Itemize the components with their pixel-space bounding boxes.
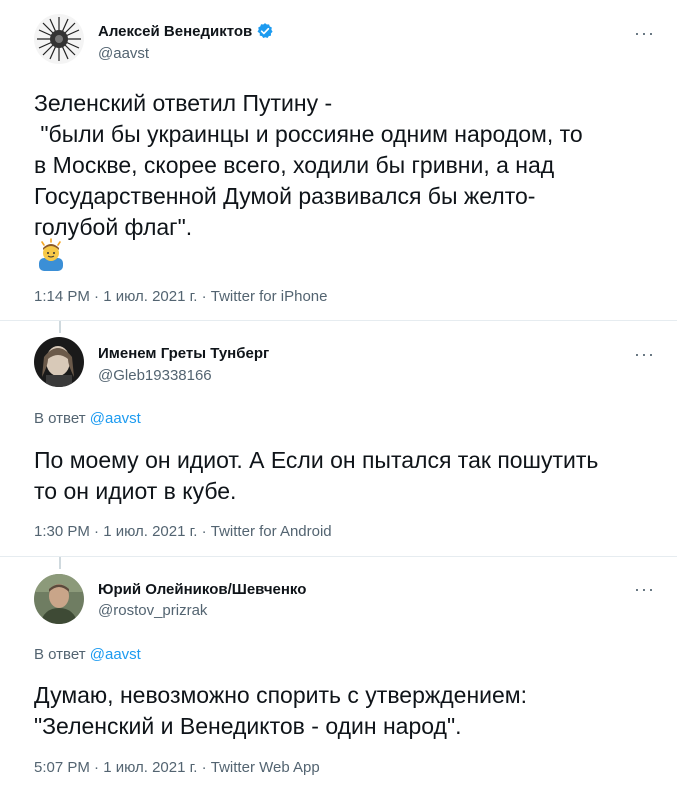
avatar[interactable] xyxy=(34,574,84,624)
tweet-text-line: голубой флаг". xyxy=(34,214,193,240)
display-name[interactable]: Именем Греты Тунберг xyxy=(98,345,269,362)
more-options-icon[interactable]: ··· xyxy=(634,24,655,42)
reply-to-link[interactable]: @aavst xyxy=(90,646,141,663)
tweet-timestamp[interactable]: 5:07 PM · 1 июл. 2021 г. · Twitter Web A… xyxy=(34,759,320,776)
tweet-text-line: в Москве, скорее всего, ходили бы гривни… xyxy=(34,152,555,178)
avatar[interactable] xyxy=(34,14,84,64)
tweet-text-line: то он идиот в кубе. xyxy=(34,478,237,504)
display-name[interactable]: Алексей Венедиктов xyxy=(98,23,252,40)
display-name-line[interactable]: Именем Греты Тунберг xyxy=(98,345,269,362)
avatar-image xyxy=(34,337,84,387)
more-options-icon[interactable]: ··· xyxy=(634,345,655,363)
reply-context: В ответ @aavst xyxy=(34,646,141,663)
tweet-text-line: Государственной Думой развивался бы желт… xyxy=(34,183,536,209)
tweet-text-line: Зеленский ответил Путину - xyxy=(34,90,333,116)
tweet-2[interactable]: Именем Греты Тунберг @Gleb19338166 ··· В… xyxy=(0,321,677,555)
tweet-timestamp[interactable]: 1:14 PM · 1 июл. 2021 г. · Twitter for i… xyxy=(34,288,327,305)
tweet-text: Зеленский ответил Путину - "были бы укра… xyxy=(34,88,654,243)
display-name-line[interactable]: Алексей Венедиктов xyxy=(98,22,274,40)
tweet-text-line: "были бы украинцы и россияне одним народ… xyxy=(34,121,583,147)
more-options-icon[interactable]: ··· xyxy=(634,580,655,598)
avatar[interactable] xyxy=(34,337,84,387)
reply-prefix: В ответ xyxy=(34,646,86,663)
display-name[interactable]: Юрий Олейников/Шевченко xyxy=(98,581,306,598)
tweet-text-line: Думаю, невозможно спорить с утверждением… xyxy=(34,682,528,708)
tweet-1[interactable]: Алексей Венедиктов @aavst ··· Зеленский … xyxy=(0,0,677,318)
tweet-text: Думаю, невозможно спорить с утверждением… xyxy=(34,680,654,742)
tweet-text: По моему он идиот. А Если он пытался так… xyxy=(34,445,654,507)
avatar-image xyxy=(34,14,84,64)
reply-to-link[interactable]: @aavst xyxy=(90,410,141,427)
handle[interactable]: @Gleb19338166 xyxy=(98,367,212,384)
display-name-line[interactable]: Юрий Олейников/Шевченко xyxy=(98,581,306,598)
reply-context: В ответ @aavst xyxy=(34,410,141,427)
tweet-3[interactable]: Юрий Олейников/Шевченко @rostov_prizrak … xyxy=(0,557,677,792)
reply-prefix: В ответ xyxy=(34,410,86,427)
tweet-text-line: По моему он идиот. А Если он пытался так… xyxy=(34,447,599,473)
verified-badge-icon xyxy=(257,23,273,39)
tweet-timestamp[interactable]: 1:30 PM · 1 июл. 2021 г. · Twitter for A… xyxy=(34,523,332,540)
person-raising-hand-emoji-icon xyxy=(39,238,63,271)
avatar-image xyxy=(34,574,84,624)
handle[interactable]: @aavst xyxy=(98,45,149,62)
handle[interactable]: @rostov_prizrak xyxy=(98,602,207,619)
tweet-text-line: "Зеленский и Венедиктов - один народ". xyxy=(34,713,462,739)
